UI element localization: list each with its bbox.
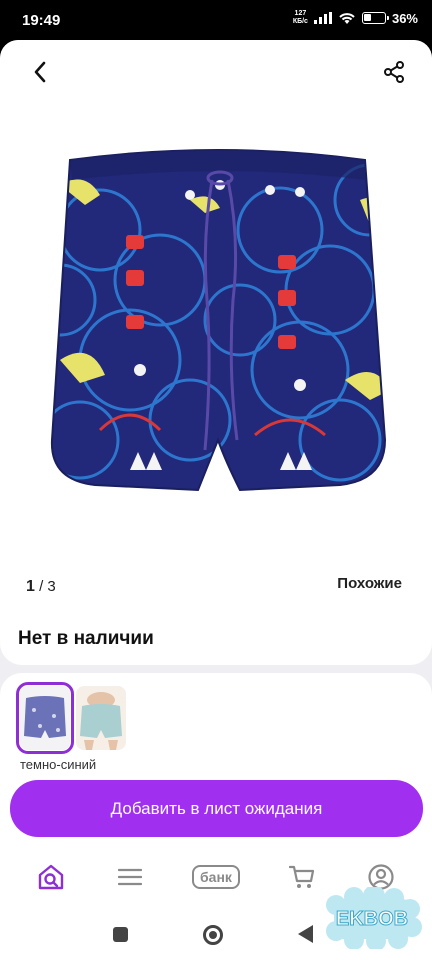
nav-bank[interactable]: банк bbox=[184, 857, 248, 897]
home-search-icon bbox=[39, 864, 64, 890]
product-screen: 1 / 3 Похожие Нет в наличии темно-синий … bbox=[0, 40, 432, 960]
watermark-text: EKBOB bbox=[336, 908, 408, 930]
status-indicators: 127 КБ/с 36% bbox=[293, 10, 418, 26]
back-button[interactable] bbox=[24, 56, 56, 88]
share-button[interactable] bbox=[378, 56, 410, 88]
battery-icon bbox=[361, 12, 389, 24]
battery-percent: 36% bbox=[391, 10, 418, 26]
system-home-button[interactable] bbox=[203, 925, 223, 945]
color-swatch-navy[interactable] bbox=[16, 682, 74, 754]
add-to-waitlist-button[interactable]: Добавить в лист ожидания bbox=[10, 780, 423, 837]
signal-icon bbox=[313, 12, 332, 24]
gallery-separator: / bbox=[39, 578, 44, 595]
wifi-icon bbox=[339, 12, 355, 24]
bank-label: банк bbox=[192, 865, 240, 889]
status-bar: 19:49 127 КБ/с 36% bbox=[0, 0, 432, 40]
gallery-current: 1 bbox=[26, 578, 35, 595]
nav-home[interactable] bbox=[26, 857, 76, 897]
chevron-left-icon bbox=[34, 61, 46, 83]
nav-catalog[interactable] bbox=[105, 857, 155, 897]
similar-button[interactable]: Похожие bbox=[337, 575, 402, 592]
gallery-pager: 1 / 3 bbox=[26, 578, 56, 596]
color-swatch-light-blue[interactable] bbox=[76, 686, 126, 750]
availability-status: Нет в наличии bbox=[18, 628, 154, 649]
cart-icon bbox=[288, 865, 314, 888]
status-time: 19:49 bbox=[22, 12, 61, 29]
share-icon bbox=[384, 61, 404, 83]
nav-cart[interactable] bbox=[277, 857, 327, 897]
recent-apps-button[interactable] bbox=[113, 927, 128, 942]
watermark-logo: EKBOB bbox=[326, 887, 422, 949]
gallery-total: 3 bbox=[47, 578, 56, 595]
network-speed: 127 КБ/с bbox=[293, 10, 308, 26]
system-back-button[interactable] bbox=[298, 925, 313, 943]
network-speed-value: 127 bbox=[294, 10, 307, 17]
network-speed-unit: КБ/с bbox=[292, 18, 308, 25]
swatch-navy-image bbox=[20, 686, 70, 750]
menu-icon bbox=[118, 868, 143, 886]
product-image[interactable] bbox=[40, 140, 395, 510]
swatch-light-blue-image bbox=[76, 686, 126, 750]
selected-color-label: темно-синий bbox=[20, 757, 97, 772]
product-card: 1 / 3 Похожие Нет в наличии bbox=[0, 40, 432, 665]
battery-level bbox=[363, 14, 371, 21]
